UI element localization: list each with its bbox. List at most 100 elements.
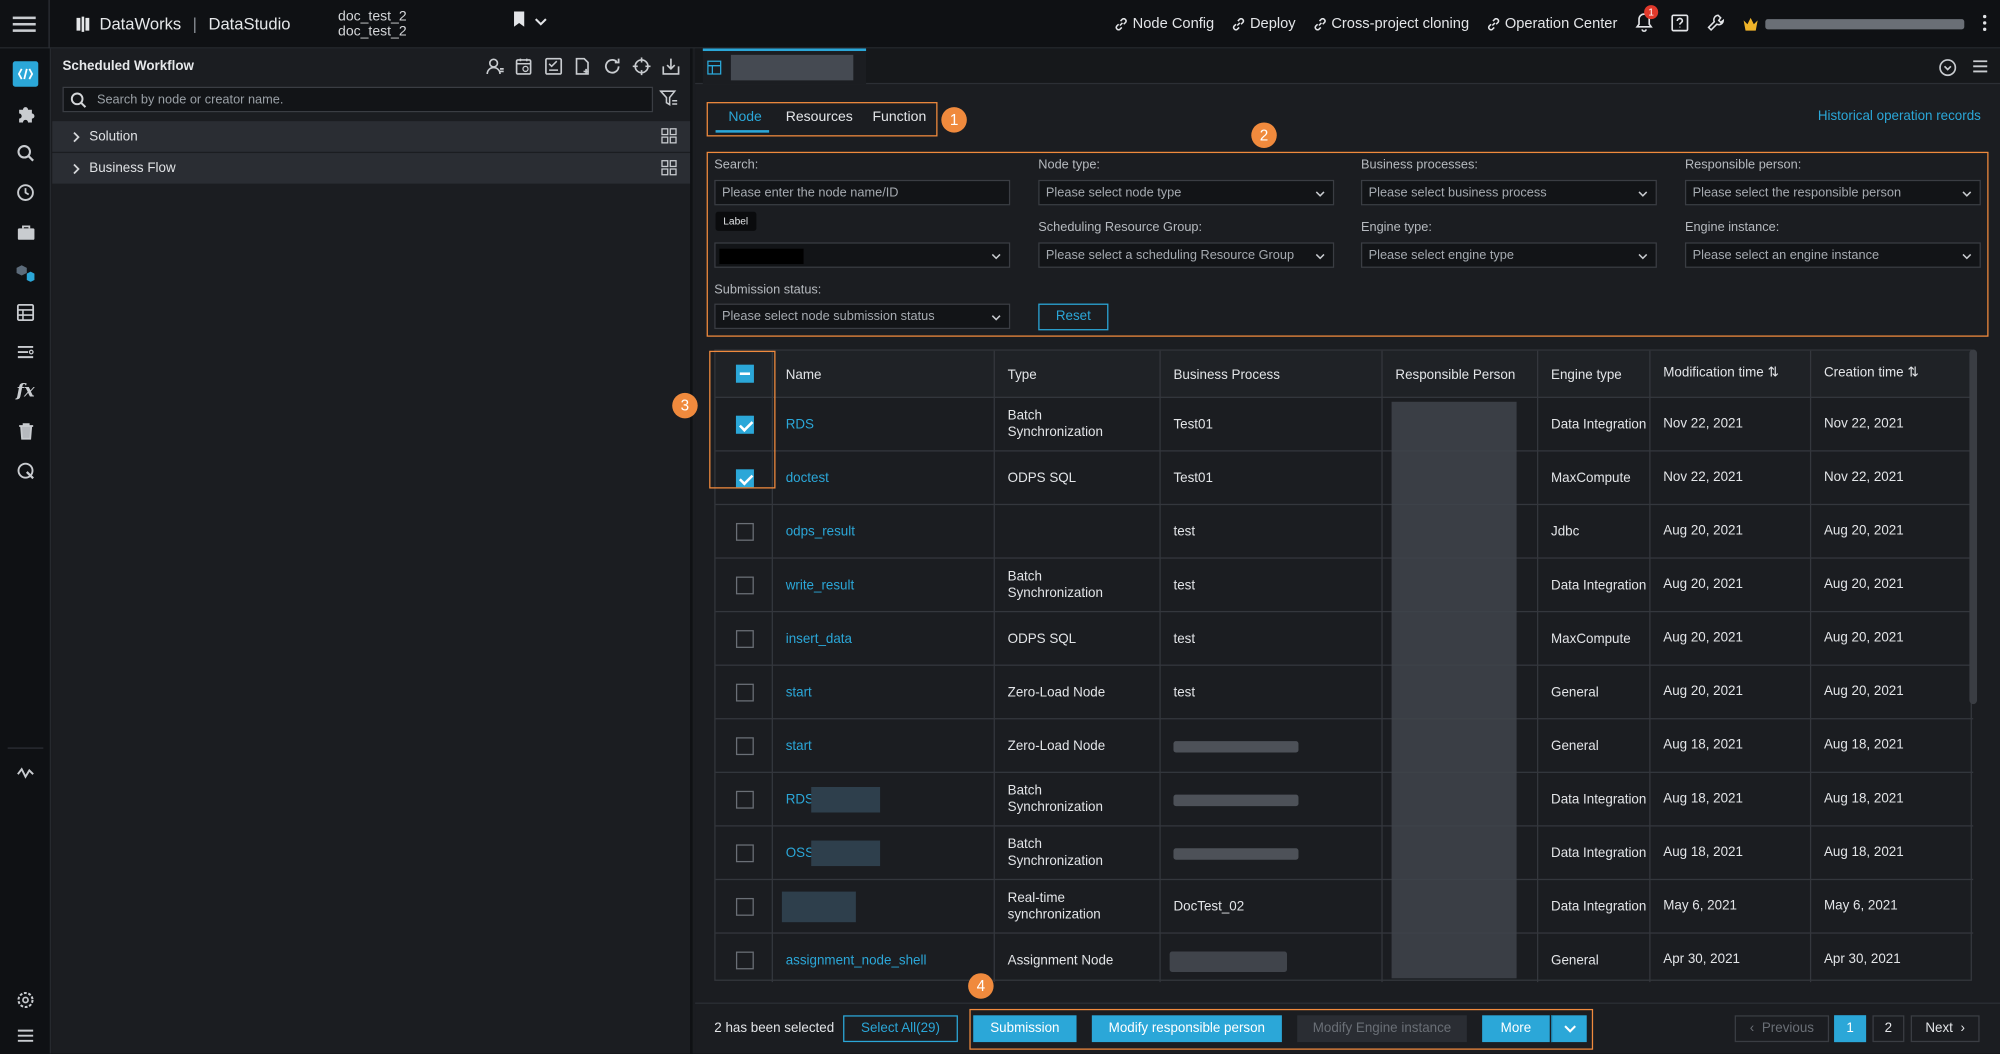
historical-records-link[interactable]: Historical operation records bbox=[1818, 108, 1981, 123]
node-search-input[interactable]: Please enter the node name/ID bbox=[714, 179, 1011, 206]
notification-bell-icon[interactable]: 1 bbox=[1635, 5, 1659, 36]
nav-cross-project-cloning[interactable]: Cross-project cloning bbox=[1313, 17, 1469, 32]
editor-tab-active[interactable] bbox=[702, 48, 867, 85]
table-row[interactable]: doctest ODPS SQL Test01 MaxCompute Nov 2… bbox=[715, 452, 1974, 506]
node-name-link[interactable]: write_result bbox=[786, 578, 854, 595]
row-checkbox[interactable] bbox=[735, 630, 754, 648]
row-checkbox[interactable] bbox=[735, 683, 754, 702]
save-box-icon[interactable] bbox=[543, 56, 563, 76]
cube-icon[interactable] bbox=[14, 261, 37, 284]
table-row[interactable]: RDS_ Batch Synchronization Data Integrati… bbox=[715, 773, 1974, 827]
table-icon[interactable] bbox=[14, 301, 37, 324]
settings-icon[interactable] bbox=[14, 989, 37, 1012]
explorer-search-input[interactable] bbox=[96, 90, 646, 110]
tree-item-business-flow[interactable]: Business Flow bbox=[52, 153, 691, 184]
table-row[interactable]: insert_data ODPS SQL test MaxCompute Aug… bbox=[715, 612, 1974, 666]
next-page-button[interactable]: Next › bbox=[1910, 1015, 1980, 1043]
more-vertical-icon[interactable] bbox=[1982, 13, 1987, 35]
submission-status-select[interactable]: Please select node submission status bbox=[714, 303, 1011, 330]
table-row[interactable]: write_result Batch Synchronization test D… bbox=[715, 559, 1974, 613]
column-header-type: Type bbox=[1007, 367, 1037, 383]
chevron-down-icon[interactable] bbox=[534, 17, 547, 32]
calendar-search-icon[interactable] bbox=[514, 56, 534, 76]
node-name-link[interactable]: doctest bbox=[786, 471, 829, 488]
business-process-select[interactable]: Please select business process bbox=[1360, 179, 1657, 206]
nav-deploy[interactable]: Deploy bbox=[1232, 17, 1296, 32]
table-row[interactable]: Real-time synchronization DocTest_02 Data… bbox=[715, 880, 1974, 934]
node-name-link[interactable]: insert_data bbox=[786, 631, 852, 648]
grid-view-icon[interactable] bbox=[661, 128, 678, 145]
filter-icon[interactable] bbox=[658, 89, 678, 111]
column-header-creation-time[interactable]: Creation time ⇅ bbox=[1824, 365, 1919, 380]
row-checkbox[interactable] bbox=[735, 844, 754, 863]
help-icon[interactable] bbox=[1671, 13, 1689, 35]
briefcase-icon[interactable] bbox=[14, 221, 37, 244]
page-2-button[interactable]: 2 bbox=[1872, 1015, 1905, 1043]
engine-type-select[interactable]: Please select engine type bbox=[1360, 242, 1657, 268]
list-icon[interactable] bbox=[14, 341, 37, 364]
import-icon[interactable] bbox=[661, 56, 681, 76]
search-icon[interactable] bbox=[14, 142, 37, 165]
node-type-select[interactable]: Please select node type bbox=[1038, 179, 1335, 206]
reset-button[interactable]: Reset bbox=[1038, 303, 1109, 331]
table-row[interactable]: OSS_ Batch Synchronization Data Integrati… bbox=[715, 827, 1974, 881]
row-checkbox[interactable] bbox=[735, 522, 754, 541]
engine-instance-select[interactable]: Please select an engine instance bbox=[1684, 242, 1981, 268]
row-checkbox[interactable] bbox=[735, 576, 754, 595]
sort-icon[interactable]: ⇅ bbox=[1768, 365, 1779, 380]
modification-time: Nov 22, 2021 bbox=[1663, 469, 1743, 485]
project-selector[interactable]: doc_test_2 doc_test_2 bbox=[338, 9, 407, 40]
chevron-circle-down-icon[interactable] bbox=[1939, 59, 1957, 77]
row-checkbox[interactable] bbox=[735, 897, 754, 916]
chevron-down-icon bbox=[1962, 191, 1972, 197]
node-name-link[interactable]: assignment_node_shell bbox=[786, 953, 927, 970]
column-header-name[interactable]: Name bbox=[786, 367, 822, 382]
recent-search-icon[interactable] bbox=[14, 459, 37, 482]
menu-icon[interactable] bbox=[1972, 59, 1989, 74]
table-scrollbar[interactable] bbox=[1969, 349, 1978, 705]
node-name-link[interactable]: start bbox=[786, 685, 812, 702]
pulse-icon[interactable] bbox=[14, 761, 37, 784]
responsible-person-select[interactable]: Please select the responsible person bbox=[1684, 179, 1981, 206]
tree-item-solution[interactable]: Solution bbox=[52, 121, 691, 152]
nav-node-config[interactable]: Node Config bbox=[1115, 17, 1214, 32]
nav-operation-center[interactable]: Operation Center bbox=[1487, 17, 1617, 32]
top-nav: Node Config Deploy Cross-project cloning… bbox=[1115, 0, 1987, 48]
page-1-button[interactable]: 1 bbox=[1834, 1015, 1867, 1043]
node-type: ODPS SQL bbox=[1007, 470, 1077, 486]
select-all-button[interactable]: Select All(29) bbox=[843, 1015, 958, 1043]
function-icon[interactable]: fx bbox=[14, 380, 37, 403]
grid-view-icon[interactable] bbox=[661, 159, 678, 176]
business-process: Test01 bbox=[1173, 470, 1213, 486]
row-checkbox[interactable] bbox=[735, 951, 754, 970]
node-name-link[interactable]: start bbox=[786, 739, 812, 756]
node-name-link[interactable]: RDS bbox=[786, 417, 814, 434]
table-row[interactable]: start Zero-Load Node General Aug 18, 202… bbox=[715, 719, 1974, 773]
table-row[interactable]: odps_result test Jdbc Aug 20, 2021 Aug 2… bbox=[715, 505, 1974, 559]
table-row[interactable]: RDS Batch Synchronization Test01 Data Int… bbox=[715, 398, 1974, 452]
menu-icon[interactable] bbox=[12, 13, 36, 36]
new-file-icon[interactable] bbox=[573, 56, 593, 76]
column-header-modification-time[interactable]: Modification time ⇅ bbox=[1663, 365, 1779, 380]
table-row[interactable]: assignment_node_shell Assignment Node Ge… bbox=[716, 934, 1974, 988]
tools-icon[interactable] bbox=[1707, 13, 1725, 35]
code-icon[interactable] bbox=[12, 61, 39, 87]
scheduling-group-select[interactable]: Please select a scheduling Resource Grou… bbox=[1038, 242, 1335, 268]
refresh-icon[interactable] bbox=[602, 56, 622, 76]
puzzle-icon[interactable] bbox=[14, 102, 37, 125]
owner-filter-icon[interactable] bbox=[485, 56, 505, 76]
label-select[interactable] bbox=[714, 242, 1011, 268]
row-checkbox[interactable] bbox=[735, 737, 754, 756]
callout-badge-4: 4 bbox=[968, 973, 994, 999]
locate-icon[interactable] bbox=[631, 56, 651, 76]
bookmark-icon[interactable] bbox=[513, 11, 526, 30]
collapse-menu-icon[interactable] bbox=[14, 1024, 37, 1047]
row-checkbox[interactable] bbox=[735, 790, 754, 809]
trash-icon[interactable] bbox=[14, 420, 37, 443]
node-name-link[interactable]: odps_result bbox=[786, 524, 855, 541]
sort-icon[interactable]: ⇅ bbox=[1907, 365, 1918, 380]
user-account[interactable] bbox=[1742, 17, 1965, 32]
table-row[interactable]: start Zero-Load Node test General Aug 20… bbox=[715, 666, 1974, 720]
chevron-down-icon bbox=[1315, 253, 1325, 260]
clock-icon[interactable] bbox=[14, 181, 37, 204]
